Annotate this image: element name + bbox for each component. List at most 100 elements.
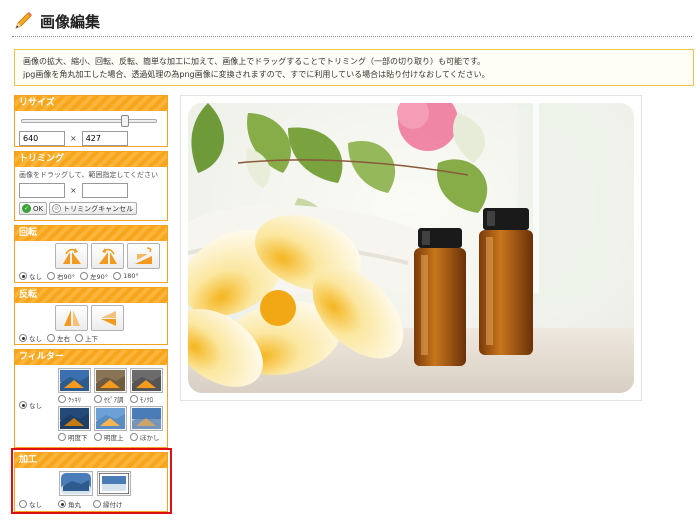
rotate-option-label: 左90° bbox=[90, 273, 109, 281]
resize-width-input[interactable] bbox=[19, 131, 65, 146]
filter-mono-preview-icon bbox=[132, 370, 161, 391]
filter-option-label: 明度下 bbox=[68, 434, 88, 442]
process-highlight-box bbox=[11, 448, 172, 514]
cancel-icon: ⊘ bbox=[52, 204, 62, 213]
flip-horizontal-icon bbox=[63, 310, 80, 326]
filter-option-label: ぼかし bbox=[140, 434, 160, 442]
resize-height-input[interactable] bbox=[81, 131, 128, 146]
radio-dot[interactable] bbox=[58, 395, 66, 403]
radio-dot[interactable] bbox=[80, 272, 89, 280]
flip-vertical-button[interactable] bbox=[91, 305, 124, 331]
filter-option-label: 明度上 bbox=[104, 434, 124, 442]
filter-darker-thumb[interactable] bbox=[58, 406, 91, 431]
trim-panel: トリミング 画像をドラッグして、範囲指定してください × ✓ OK ⊘ トリミン… bbox=[14, 151, 168, 221]
radio-dot[interactable] bbox=[130, 395, 138, 403]
flip-heading: 反転 bbox=[15, 288, 167, 303]
flip-option-label: なし bbox=[29, 335, 42, 343]
rotate-option-none[interactable]: なし bbox=[19, 271, 42, 281]
radio-dot[interactable] bbox=[58, 433, 66, 441]
spa-aroma-photo bbox=[188, 103, 634, 393]
filter-sharp-thumb[interactable] bbox=[58, 368, 91, 393]
rotate-option-label: なし bbox=[29, 273, 42, 281]
radio-dot[interactable] bbox=[113, 272, 122, 280]
radio-dot[interactable] bbox=[94, 395, 102, 403]
trim-cancel-label: トリミングキャンセル bbox=[63, 204, 134, 213]
page-header: 画像編集 bbox=[12, 8, 100, 34]
check-icon: ✓ bbox=[22, 204, 31, 213]
filter-none-label: なし bbox=[29, 402, 42, 410]
filter-option-sharp[interactable]: ｸｯｷﾘ bbox=[58, 394, 91, 404]
filter-option-mono[interactable]: ﾓﾉｸﾛ bbox=[130, 394, 163, 404]
filter-panel: フィルター なし ｸｯｷﾘ ｾﾋﾟｱ調 ﾓﾉｸﾛ 明度下 明度上 ぼかし bbox=[14, 349, 168, 448]
flip-option-horizontal[interactable]: 左右 bbox=[47, 333, 70, 343]
filter-brighter-thumb[interactable] bbox=[94, 406, 127, 431]
radio-dot[interactable] bbox=[19, 334, 27, 342]
filter-sepia-thumb[interactable] bbox=[94, 368, 127, 393]
rotate-left-icon bbox=[98, 248, 117, 264]
rotate-option-label: 右90° bbox=[57, 273, 76, 281]
trim-heading: トリミング bbox=[15, 152, 167, 167]
radio-dot[interactable] bbox=[19, 272, 27, 280]
image-preview-frame bbox=[180, 95, 642, 401]
trim-cancel-button[interactable]: ⊘ トリミングキャンセル bbox=[49, 202, 138, 215]
slider-handle[interactable] bbox=[121, 115, 129, 127]
flip-option-label: 左右 bbox=[57, 335, 70, 343]
filter-option-blur[interactable]: ぼかし bbox=[130, 432, 163, 442]
filter-mono-thumb[interactable] bbox=[130, 368, 163, 393]
filter-sharp-preview-icon bbox=[60, 370, 89, 391]
rotate-left-90-button[interactable] bbox=[91, 243, 124, 269]
filter-heading: フィルター bbox=[15, 350, 167, 365]
radio-dot[interactable] bbox=[19, 401, 27, 409]
filter-option-brighter[interactable]: 明度上 bbox=[94, 432, 127, 442]
rotate-option-right90[interactable]: 右90° bbox=[47, 271, 75, 281]
filter-option-sepia[interactable]: ｾﾋﾟｱ調 bbox=[94, 394, 127, 404]
slider-track[interactable] bbox=[21, 119, 157, 123]
filter-darker-preview-icon bbox=[60, 408, 89, 429]
flip-vertical-icon bbox=[100, 311, 116, 326]
title-divider bbox=[12, 36, 692, 37]
trim-width-input[interactable] bbox=[19, 183, 65, 198]
radio-dot[interactable] bbox=[47, 272, 55, 280]
flip-options: なし 左右 上下 bbox=[19, 333, 163, 343]
filter-option-label: ｾﾋﾟｱ調 bbox=[104, 396, 124, 404]
notice-line-2: jpg画像を角丸加工した場合、透過処理の為png画像に変換されますので、すでに利… bbox=[23, 70, 490, 79]
filter-blur-preview-icon bbox=[132, 408, 161, 429]
filter-sepia-preview-icon bbox=[96, 370, 125, 391]
filter-option-label: ｸｯｷﾘ bbox=[68, 396, 81, 404]
rotate-option-left90[interactable]: 左90° bbox=[80, 271, 108, 281]
pencil-icon bbox=[15, 12, 32, 29]
image-preview[interactable] bbox=[188, 103, 634, 393]
size-separator: × bbox=[70, 134, 77, 143]
rotate-option-180[interactable]: 180° bbox=[113, 272, 139, 280]
radio-dot[interactable] bbox=[94, 433, 102, 441]
rotate-panel: 回転 なし 右90° 左90° 180° bbox=[14, 225, 168, 283]
trim-separator: × bbox=[70, 186, 77, 195]
resize-slider[interactable] bbox=[21, 115, 161, 127]
rotate-heading: 回転 bbox=[15, 226, 167, 241]
flip-option-label: 上下 bbox=[85, 335, 98, 343]
notice-line-1: 画像の拡大、縮小、回転、反転、簡単な加工に加えて、画像上でドラッグすることでトリ… bbox=[23, 57, 486, 66]
filter-option-none[interactable]: なし bbox=[19, 400, 42, 410]
filter-blur-thumb[interactable] bbox=[130, 406, 163, 431]
flip-horizontal-button[interactable] bbox=[55, 305, 88, 331]
info-notice: 画像の拡大、縮小、回転、反転、簡単な加工に加えて、画像上でドラッグすることでトリ… bbox=[14, 49, 694, 86]
flip-panel: 反転 なし 左右 上下 bbox=[14, 287, 168, 345]
radio-dot[interactable] bbox=[47, 334, 55, 342]
rotate-right-icon bbox=[62, 248, 81, 264]
rotate-options: なし 右90° 左90° 180° bbox=[19, 271, 163, 281]
rotate-option-label: 180° bbox=[123, 272, 139, 280]
resize-heading: リサイズ bbox=[15, 96, 167, 111]
rotate-right-90-button[interactable] bbox=[55, 243, 88, 269]
trim-ok-button[interactable]: ✓ OK bbox=[19, 202, 48, 215]
radio-dot[interactable] bbox=[75, 334, 83, 342]
radio-dot[interactable] bbox=[130, 433, 138, 441]
flip-option-vertical[interactable]: 上下 bbox=[75, 333, 98, 343]
trim-height-input[interactable] bbox=[81, 183, 128, 198]
rotate-180-button[interactable] bbox=[127, 243, 160, 269]
resize-panel: リサイズ × bbox=[14, 95, 168, 147]
filter-option-darker[interactable]: 明度下 bbox=[58, 432, 91, 442]
rotate-180-icon bbox=[134, 247, 152, 264]
flip-option-none[interactable]: なし bbox=[19, 333, 42, 343]
trim-hint: 画像をドラッグして、範囲指定してください bbox=[19, 171, 159, 179]
filter-option-label: ﾓﾉｸﾛ bbox=[140, 396, 153, 404]
